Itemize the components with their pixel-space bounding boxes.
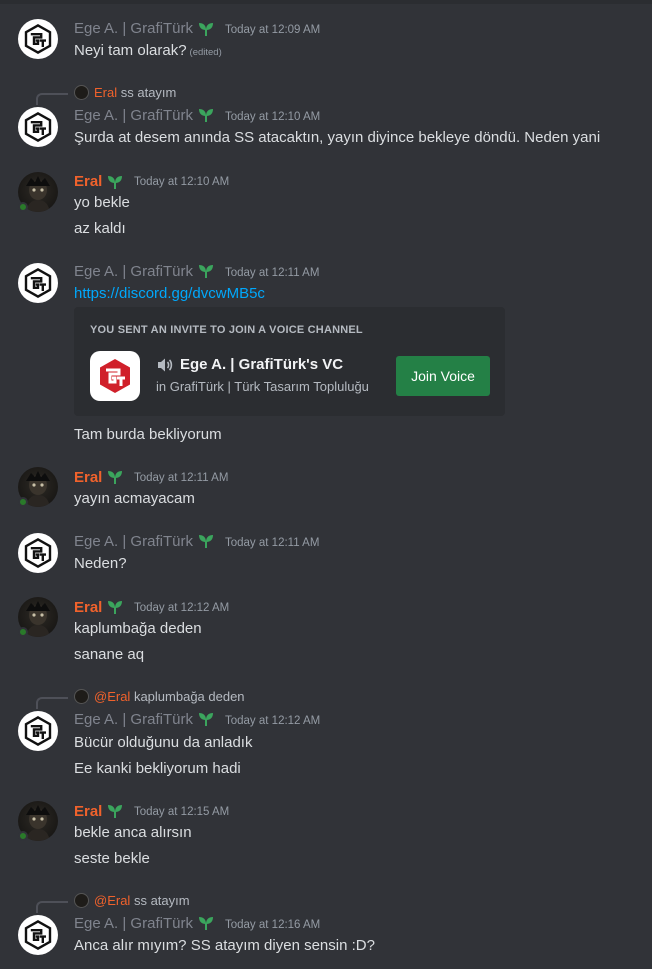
leaf-badge-icon (106, 469, 124, 485)
reply-preview[interactable]: @Eral kaplumbağa deden (94, 689, 245, 704)
reply-avatar (74, 689, 89, 704)
avatar[interactable] (18, 19, 58, 59)
timestamp: Today at 12:15 AM (134, 806, 230, 818)
message-text: seste bekle (74, 850, 150, 867)
leaf-badge-icon (106, 803, 124, 819)
username[interactable]: Ege A. | GrafiTürk (74, 107, 193, 124)
username[interactable]: Ege A. | GrafiTürk (74, 711, 193, 728)
message-text: yayın acmayacam (74, 490, 195, 507)
avatar[interactable] (18, 533, 58, 573)
leaf-badge-icon (106, 174, 124, 190)
reply-preview[interactable]: @Eral ss atayım (94, 893, 190, 908)
reply-connector (36, 697, 68, 709)
edited-label: (edited) (189, 47, 222, 58)
avatar[interactable] (18, 107, 58, 147)
avatar[interactable] (18, 915, 58, 955)
message-text: Ee kanki bekliyorum hadi (74, 760, 241, 777)
invite-link[interactable]: https://discord.gg/dvcwMB5c (74, 285, 265, 302)
message-text: Şurda at desem anında SS atacaktın, yayı… (74, 129, 601, 146)
leaf-badge-icon (197, 915, 215, 931)
username[interactable]: Ege A. | GrafiTürk (74, 263, 193, 280)
message-text: Neyi tam olarak? (edited) (74, 42, 222, 59)
grafiturk-logo-icon (22, 111, 54, 143)
timestamp: Today at 12:09 AM (225, 24, 321, 36)
avatar[interactable] (18, 711, 58, 751)
timestamp: Today at 12:12 AM (225, 715, 321, 727)
username[interactable]: Ege A. | GrafiTürk (74, 533, 193, 550)
status-badge (18, 831, 28, 841)
timestamp: Today at 12:10 AM (134, 176, 230, 188)
invite-header: YOU SENT AN INVITE TO JOIN A VOICE CHANN… (90, 324, 363, 336)
reply-preview[interactable]: Eral ss atayım (94, 85, 176, 100)
message-text: Neden? (74, 555, 127, 572)
username[interactable]: Eral (74, 803, 102, 820)
leaf-badge-icon (106, 599, 124, 615)
message-text: bekle anca alırsın (74, 824, 192, 841)
reply-connector (36, 901, 68, 913)
speaker-icon (158, 358, 173, 372)
message-text: Anca alır mıyım? SS atayım diyen sensin … (74, 937, 375, 954)
status-badge (18, 627, 28, 637)
username[interactable]: Eral (74, 173, 102, 190)
timestamp: Today at 12:12 AM (134, 602, 230, 614)
message-text: Bücür olduğunu da anladık (74, 734, 253, 751)
message-text: yo bekle (74, 194, 130, 211)
reply-connector (36, 93, 68, 105)
voice-channel-name: Ege A. | GrafiTürk's VC (180, 356, 344, 373)
leaf-badge-icon (197, 107, 215, 123)
grafiturk-logo-icon (95, 356, 135, 396)
avatar[interactable] (18, 263, 58, 303)
join-voice-button[interactable]: Join Voice (396, 356, 490, 396)
grafiturk-logo-icon (22, 267, 54, 299)
message-text: kaplumbağa deden (74, 620, 202, 637)
timestamp: Today at 12:10 AM (225, 111, 321, 123)
leaf-badge-icon (197, 21, 215, 37)
server-name: in GrafiTürk | Türk Tasarım Topluluğu (156, 379, 369, 394)
timestamp: Today at 12:11 AM (134, 472, 229, 484)
server-icon (90, 351, 140, 401)
timestamp: Today at 12:16 AM (225, 919, 321, 931)
reply-avatar (74, 893, 89, 908)
grafiturk-logo-icon (22, 715, 54, 747)
timestamp: Today at 12:11 AM (225, 537, 320, 549)
reply-avatar (74, 85, 89, 100)
timestamp: Today at 12:11 AM (225, 267, 320, 279)
invite-card: YOU SENT AN INVITE TO JOIN A VOICE CHANN… (74, 307, 505, 416)
username[interactable]: Eral (74, 469, 102, 486)
leaf-badge-icon (197, 533, 215, 549)
message-text: Tam burda bekliyorum (74, 426, 222, 443)
grafiturk-logo-icon (22, 919, 54, 951)
grafiturk-logo-icon (22, 23, 54, 55)
message-text: sanane aq (74, 646, 145, 663)
leaf-badge-icon (197, 263, 215, 279)
top-border (0, 0, 652, 4)
grafiturk-logo-icon (22, 537, 54, 569)
leaf-badge-icon (197, 711, 215, 727)
username[interactable]: Ege A. | GrafiTürk (74, 20, 193, 37)
username[interactable]: Eral (74, 599, 102, 616)
status-badge (18, 497, 28, 507)
message-text: az kaldı (74, 220, 126, 237)
username[interactable]: Ege A. | GrafiTürk (74, 915, 193, 932)
status-badge (18, 202, 28, 212)
